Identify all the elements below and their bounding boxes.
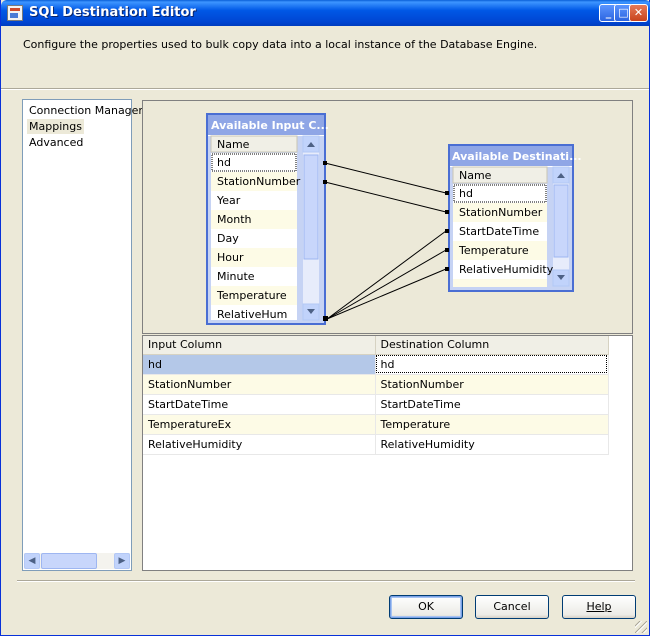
available-destination-columns-box[interactable]: Available Destinati... Name hd StationNum… xyxy=(448,144,582,292)
title-bar[interactable]: SQL Destination Editor _ □ ✕ xyxy=(1,0,650,26)
mapping-line[interactable] xyxy=(326,249,447,320)
description-text: Configure the properties used to bulk co… xyxy=(23,38,538,51)
mapping-line[interactable] xyxy=(326,268,447,320)
input-column-item-label: Year xyxy=(216,194,241,207)
nav-item-connection-manager[interactable]: Connection Manager xyxy=(27,103,145,118)
destination-column-item-label: StationNumber xyxy=(459,206,543,219)
mapping-row[interactable]: TemperatureEx Temperature xyxy=(143,414,609,435)
input-column-cell[interactable]: StartDateTime xyxy=(143,394,376,415)
nav-item-advanced[interactable]: Advanced xyxy=(27,135,85,150)
mapping-line[interactable] xyxy=(324,181,447,213)
app-icon xyxy=(7,5,23,21)
nav-item-mappings[interactable]: Mappings xyxy=(27,119,84,134)
input-column-item-label: StationNumber xyxy=(217,175,301,188)
sql-destination-editor-window: SQL Destination Editor _ □ ✕ Configure t… xyxy=(0,0,650,636)
destination-column-item-label: StartDateTime xyxy=(459,225,539,238)
column-header-input[interactable]: Input Column xyxy=(143,336,376,355)
mapping-line[interactable] xyxy=(326,230,447,320)
input-column-cell[interactable]: RelativeHumidity xyxy=(143,434,376,455)
footer-divider xyxy=(17,580,635,582)
destination-column-cell[interactable]: RelativeHumidity xyxy=(375,434,609,455)
nav-horizontal-scrollbar[interactable]: ◀ ▶ xyxy=(24,553,130,569)
destination-column-cell[interactable]: StationNumber xyxy=(375,374,609,395)
mapping-endpoints xyxy=(323,161,449,321)
available-input-columns-box[interactable]: Available Input C... Name hd StationNumbe… xyxy=(206,113,329,325)
navigation-pane: Connection Manager Mappings Advanced ◀ ▶ xyxy=(22,99,143,571)
input-box-title: Available Input C... xyxy=(211,119,329,132)
mapping-grid: Input Column Destination Column hd hd Stat… xyxy=(142,335,633,571)
destination-column-cell[interactable]: StartDateTime xyxy=(375,394,609,415)
destination-scroll-thumb[interactable] xyxy=(553,184,569,258)
input-column-item-label: Minute xyxy=(217,270,255,283)
window-title: SQL Destination Editor xyxy=(29,5,196,20)
destination-box-name-header: Name xyxy=(459,169,492,182)
input-scroll-thumb[interactable] xyxy=(303,154,319,260)
diagram-canvas: Available Input C... Name hd StationNumbe… xyxy=(206,113,582,325)
header-divider xyxy=(1,88,649,90)
mapping-lines xyxy=(324,162,447,320)
input-column-item-label: Month xyxy=(217,213,252,226)
scroll-thumb[interactable] xyxy=(41,553,97,569)
column-header-destination[interactable]: Destination Column xyxy=(375,336,609,355)
input-column-item-label: Day xyxy=(217,232,239,245)
mapping-row[interactable]: RelativeHumidity RelativeHumidity xyxy=(143,434,609,455)
destination-column-item-label: Temperature xyxy=(458,244,529,257)
ok-button[interactable]: OK xyxy=(389,595,463,619)
help-button[interactable]: Help xyxy=(562,595,636,619)
input-column-cell[interactable]: TemperatureEx xyxy=(143,414,376,435)
mapping-row[interactable]: StationNumber StationNumber xyxy=(143,374,609,395)
destination-box-title: Available Destinati... xyxy=(452,150,582,163)
mapping-table: Input Column Destination Column hd hd Stat… xyxy=(143,336,609,455)
resize-grip-icon[interactable] xyxy=(635,621,647,633)
input-box-name-header: Name xyxy=(217,138,250,151)
input-column-item-label: Temperature xyxy=(216,289,287,302)
mapping-row[interactable]: hd hd xyxy=(143,354,609,375)
input-column-cell[interactable]: StationNumber xyxy=(143,374,376,395)
cancel-button[interactable]: Cancel xyxy=(475,595,549,619)
scroll-left-icon[interactable]: ◀ xyxy=(24,553,40,569)
mapping-line[interactable] xyxy=(324,162,447,194)
destination-column-cell[interactable]: Temperature xyxy=(375,414,609,435)
input-column-item-label: hd xyxy=(217,156,231,169)
scroll-right-icon[interactable]: ▶ xyxy=(114,553,130,569)
mapping-diagram: Available Input C... Name hd StationNumbe… xyxy=(142,100,633,334)
destination-column-item-label: RelativeHumidity xyxy=(459,263,554,276)
destination-column-cell[interactable]: hd xyxy=(375,354,609,375)
destination-column-item-label: hd xyxy=(459,187,473,200)
close-button[interactable]: ✕ xyxy=(629,4,648,22)
input-column-item-label: RelativeHum xyxy=(217,308,287,321)
mapping-row[interactable]: StartDateTime StartDateTime xyxy=(143,394,609,415)
input-column-cell[interactable]: hd xyxy=(143,354,376,375)
input-column-item-label: Hour xyxy=(217,251,244,264)
destination-column-row[interactable] xyxy=(453,279,547,287)
